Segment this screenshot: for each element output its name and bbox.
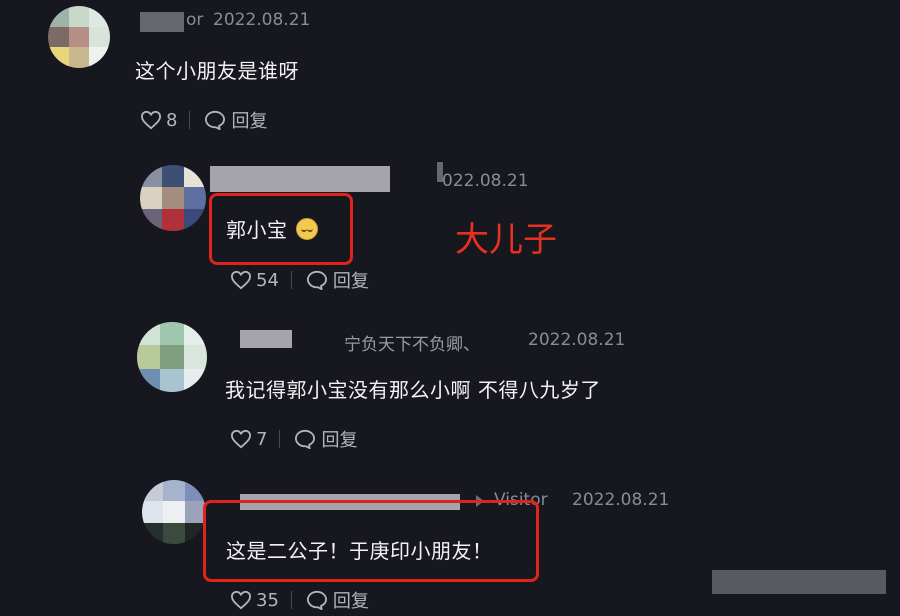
like-button[interactable]: 8	[140, 110, 177, 131]
reply-button[interactable]: 回复	[306, 267, 369, 293]
heart-icon	[230, 429, 252, 449]
comment-bubble-icon	[205, 110, 226, 130]
reply-label: 回复	[332, 591, 369, 612]
comment-bubble-icon	[306, 590, 327, 610]
highlight-box	[203, 500, 539, 582]
comment-text: 我记得郭小宝没有那么小啊 不得八九岁了	[225, 378, 601, 402]
comment-date: 2022.08.21	[572, 490, 670, 510]
reply-label: 回复	[321, 430, 358, 451]
heart-icon	[140, 110, 162, 130]
like-count: 7	[256, 428, 268, 450]
like-count: 54	[256, 269, 279, 291]
divider	[290, 271, 292, 289]
comment-actions: 8 回复	[140, 107, 267, 133]
reply-label: 回复	[332, 271, 369, 292]
reply-to-user[interactable]: 宁负天下不负卿、	[344, 330, 480, 355]
comment-actions: 54 回复	[230, 267, 369, 293]
divider	[189, 111, 191, 129]
avatar[interactable]	[142, 480, 206, 544]
username-redacted[interactable]	[210, 166, 390, 192]
username[interactable]: or	[186, 10, 203, 30]
reply-label: 回复	[231, 111, 268, 132]
avatar[interactable]	[137, 322, 207, 392]
comment-date: 022.08.21	[442, 171, 529, 191]
heart-icon	[230, 270, 252, 290]
divider	[290, 591, 292, 609]
reply-button[interactable]: 回复	[294, 426, 357, 452]
avatar[interactable]	[48, 6, 110, 68]
divider	[279, 430, 281, 448]
like-count: 8	[166, 109, 178, 131]
like-button[interactable]: 54	[230, 270, 279, 291]
comment-actions: 35 回复	[230, 587, 369, 613]
like-button[interactable]: 7	[230, 429, 267, 450]
like-count: 35	[256, 589, 279, 611]
comment-date: 2022.08.21	[213, 10, 311, 30]
comment-bubble-icon	[306, 270, 327, 290]
comment-bubble-icon	[295, 429, 316, 449]
watermark	[712, 570, 886, 594]
comment-text: 这个小朋友是谁呀	[135, 59, 299, 83]
username-redacted[interactable]	[240, 330, 292, 348]
avatar[interactable]	[140, 165, 206, 231]
comment-date: 2022.08.21	[528, 330, 626, 350]
like-button[interactable]: 35	[230, 590, 279, 611]
reply-button[interactable]: 回复	[204, 107, 267, 133]
comment-actions: 7 回复	[230, 426, 357, 452]
heart-icon	[230, 590, 252, 610]
annotation-label: 大儿子	[455, 220, 557, 260]
reply-button[interactable]: 回复	[306, 587, 369, 613]
username-redacted[interactable]	[140, 12, 184, 32]
highlight-box	[209, 193, 353, 265]
